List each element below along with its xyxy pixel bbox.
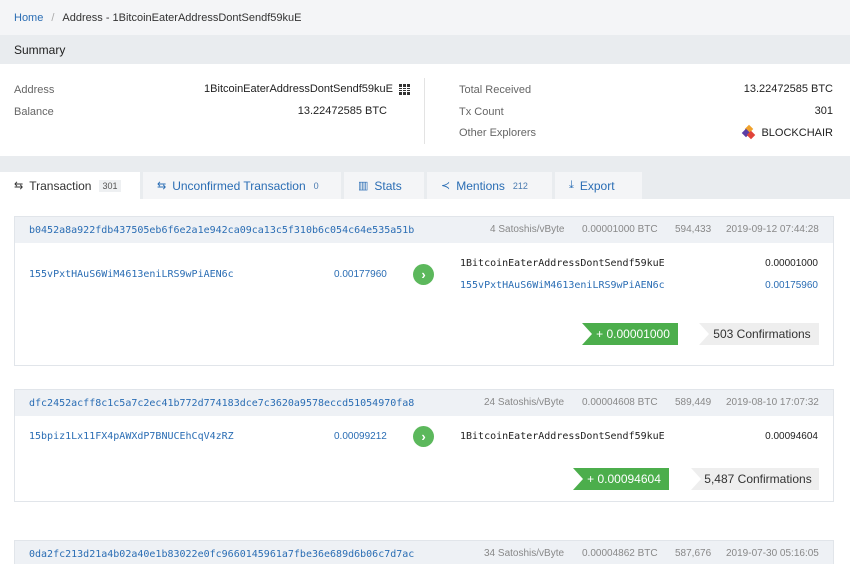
arrow-right-icon: › — [413, 426, 434, 447]
balance-value: 13.22472585 BTC — [297, 105, 387, 117]
other-explorers-label: Other Explorers — [459, 127, 537, 139]
blockchair-logo-icon — [742, 124, 756, 140]
block-height: 587,676 — [675, 548, 712, 559]
tab-stats[interactable]: ▥ Stats — [344, 172, 424, 199]
total-received-value: 13.22472585 BTC — [743, 83, 833, 95]
block-height: 589,449 — [675, 397, 712, 408]
tab-label: Mentions — [456, 178, 505, 193]
tab-unconfirmed-transaction[interactable]: ⇆ Unconfirmed Transaction 0 — [143, 172, 341, 199]
fee: 0.00001000 BTC — [582, 224, 658, 235]
transaction-header: 0da2fc213d21a4b02a40e1b83022e0fc96601459… — [15, 541, 833, 564]
tab-bar: ⇆ Transaction 301 ⇆ Unconfirmed Transact… — [0, 172, 645, 199]
output-amount: 0.00175960 — [765, 280, 818, 291]
transaction-card: 0da2fc213d21a4b02a40e1b83022e0fc96601459… — [14, 540, 834, 564]
breadcrumb-home-link[interactable]: Home — [14, 12, 43, 24]
tx-count-label: Tx Count — [459, 106, 504, 118]
input-amount: 0.00177960 — [334, 269, 387, 280]
input-address-link[interactable]: 15bpiz1Lx11FX4pAWXdP7BNUCEhCqV4zRZ — [29, 431, 234, 442]
blockchair-label: BLOCKCHAIR — [761, 127, 833, 139]
tab-label: Transaction — [29, 178, 92, 193]
input-amount: 0.00099212 — [334, 431, 387, 442]
confirmations-badge: 503 Confirmations — [699, 323, 819, 345]
transaction-header: dfc2452acff8c1c5a7c2ec41b772d774183dce7c… — [15, 390, 833, 416]
output-address: 1BitcoinEaterAddressDontSendf59kuE — [460, 258, 665, 269]
output-amount: 0.00094604 — [765, 431, 818, 442]
transfer-icon: ⇆ — [157, 180, 167, 192]
bar-chart-icon: ▥ — [358, 180, 369, 192]
tab-label: Unconfirmed Transaction — [172, 178, 306, 193]
transaction-hash-link[interactable]: b0452a8a922fdb437505eb6f6e2a1e942ca09ca1… — [29, 225, 414, 236]
qr-code-icon[interactable] — [399, 83, 410, 95]
tab-label: Stats — [374, 178, 402, 193]
timestamp: 2019-08-10 17:07:32 — [726, 397, 819, 408]
transfer-icon: ⇆ — [14, 180, 24, 192]
address-value-row: 1BitcoinEaterAddressDontSendf59kuE — [204, 83, 410, 95]
block-height: 594,433 — [675, 224, 712, 235]
transaction-list: b0452a8a922fdb437505eb6f6e2a1e942ca09ca1… — [0, 199, 850, 564]
timestamp: 2019-07-30 05:16:05 — [726, 548, 819, 559]
output-address: 1BitcoinEaterAddressDontSendf59kuE — [460, 431, 665, 442]
transaction-hash-link[interactable]: dfc2452acff8c1c5a7c2ec41b772d774183dce7c… — [29, 398, 414, 409]
transaction-header: b0452a8a922fdb437505eb6f6e2a1e942ca09ca1… — [15, 217, 833, 243]
tab-count-badge: 0 — [313, 180, 319, 191]
output-address-link[interactable]: 155vPxtHAuS6WiM4613eniLRS9wPiAEN6c — [460, 280, 665, 291]
breadcrumb-current: Address - 1BitcoinEaterAddressDontSendf5… — [62, 11, 302, 24]
total-received-label: Total Received — [459, 84, 532, 96]
address-value: 1BitcoinEaterAddressDontSendf59kuE — [204, 83, 393, 95]
tab-mentions[interactable]: ≺ Mentions 212 — [427, 172, 552, 199]
fee-rate: 4 Satoshis/vByte — [490, 224, 565, 235]
blockchair-link[interactable]: BLOCKCHAIR — [742, 124, 833, 140]
share-icon: ≺ — [441, 180, 451, 192]
tx-count-value: 301 — [814, 105, 833, 117]
input-address-link[interactable]: 155vPxtHAuS6WiM4613eniLRS9wPiAEN6c — [29, 269, 234, 280]
timestamp: 2019-09-12 07:44:28 — [726, 224, 819, 235]
tab-export[interactable]: ⤓ Export — [555, 172, 642, 199]
confirmations-badge: 5,487 Confirmations — [691, 468, 819, 490]
summary-title: Summary — [0, 35, 850, 64]
summary-panel: Address 1BitcoinEaterAddressDontSendf59k… — [0, 64, 850, 156]
tab-label: Export — [579, 178, 615, 193]
arrow-right-icon: › — [413, 264, 434, 285]
fee-rate: 24 Satoshis/vByte — [484, 397, 565, 408]
net-amount-badge: + 0.00094604 — [573, 468, 669, 490]
tab-count-badge: 212 — [512, 180, 528, 191]
transaction-hash-link[interactable]: 0da2fc213d21a4b02a40e1b83022e0fc96601459… — [29, 549, 414, 560]
fee-rate: 34 Satoshis/vByte — [484, 548, 565, 559]
address-label: Address — [14, 84, 55, 96]
breadcrumb-separator: / — [51, 11, 55, 24]
breadcrumb: Home / Address - 1BitcoinEaterAddressDon… — [0, 0, 850, 35]
transaction-card: b0452a8a922fdb437505eb6f6e2a1e942ca09ca1… — [14, 216, 834, 366]
net-amount-badge: + 0.00001000 — [582, 323, 678, 345]
fee: 0.00004862 BTC — [582, 548, 658, 559]
output-amount: 0.00001000 — [765, 258, 818, 269]
download-icon: ⤓ — [569, 179, 574, 191]
fee: 0.00004608 BTC — [582, 397, 658, 408]
transaction-card: dfc2452acff8c1c5a7c2ec41b772d774183dce7c… — [14, 389, 834, 502]
tab-transaction[interactable]: ⇆ Transaction 301 — [0, 172, 140, 199]
tab-count-badge: 301 — [99, 179, 121, 192]
summary-divider — [424, 78, 425, 144]
balance-label: Balance — [14, 106, 54, 118]
